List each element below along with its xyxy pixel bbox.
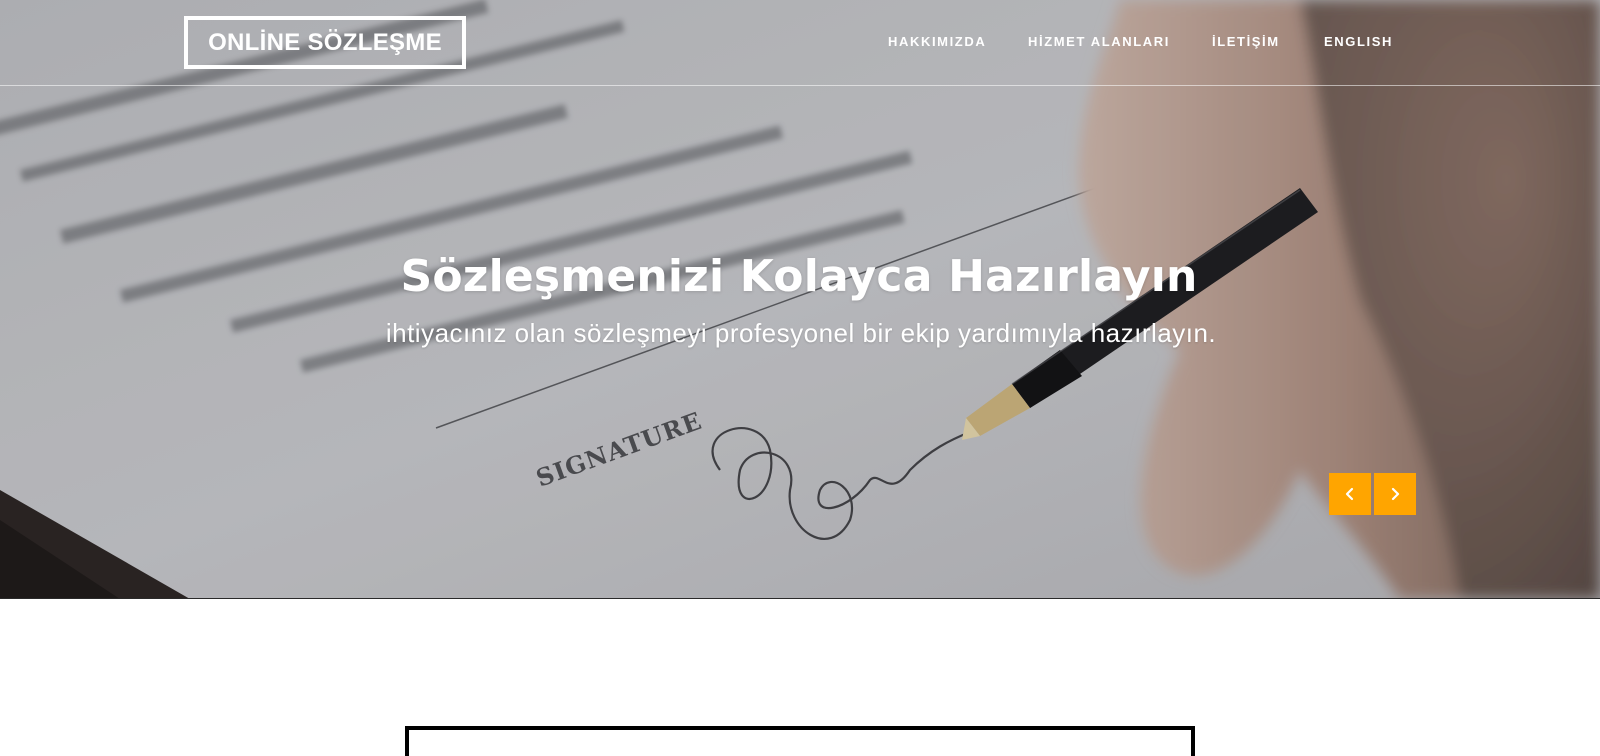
nav-link-hakkimizda[interactable]: HAKKIMIZDA [888,34,986,49]
nav-link-english[interactable]: ENGLISH [1324,34,1393,49]
chevron-right-icon [1391,487,1400,501]
nav-links: HAKKIMIZDA HİZMET ALANLARI İLETİŞİM ENGL… [0,34,1600,52]
hero-title: Sözleşmenizi Kolayca Hazırlayın [400,251,1198,302]
nav-link-hizmet-alanlari[interactable]: HİZMET ALANLARI [1028,34,1170,49]
hero-caption: Sözleşmenizi Kolayca Hazırlayın ihtiyacı… [0,245,1600,351]
chevron-left-icon [1345,487,1354,501]
hero-subtitle: ihtiyacınız olan sözleşmeyi profesyonel … [385,318,1217,348]
content-box [405,726,1195,756]
nav-link-iletisim[interactable]: İLETİŞİM [1212,34,1280,49]
carousel-next-button[interactable] [1374,473,1416,515]
hero-carousel: SIGNATURE ONLİNE SÖZLEŞME HAKKIMIZDA HİZ… [0,0,1600,599]
navbar: ONLİNE SÖZLEŞME HAKKIMIZDA HİZMET ALANLA… [0,0,1600,86]
carousel-prev-button[interactable] [1329,473,1371,515]
